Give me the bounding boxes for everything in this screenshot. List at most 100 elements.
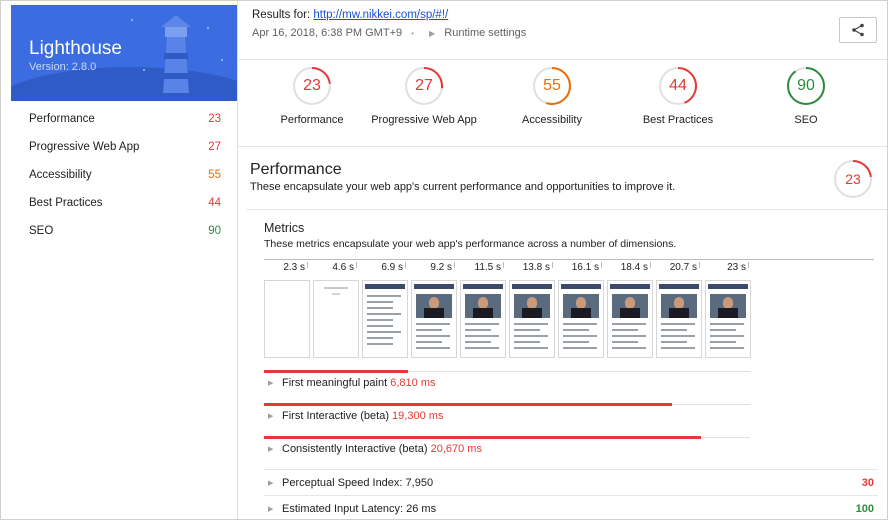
filmstrip-frame[interactable] <box>656 280 702 358</box>
metric-label: Consistently Interactive (beta) <box>282 443 428 455</box>
filmstrip-frame[interactable] <box>313 280 359 358</box>
metric-text: Consistently Interactive (beta) 20,670 m… <box>282 443 482 455</box>
text-line <box>661 329 687 331</box>
gauge-label: Accessibility <box>522 114 582 126</box>
filmstrip-frame[interactable] <box>607 280 653 358</box>
text-line <box>661 323 695 325</box>
timeline-tick: 2.3 s <box>264 262 308 273</box>
metric-value: 20,670 ms <box>430 443 482 455</box>
metric-row[interactable]: ▶ Consistently Interactive (beta) 20,670 … <box>264 436 750 461</box>
metric-row[interactable]: ▶ First meaningful paint 6,810 ms <box>264 370 750 395</box>
metric-timing-bar <box>264 370 408 373</box>
tick-mark <box>454 262 455 268</box>
scored-metric-row[interactable]: ▶ Estimated Input Latency: 26 ms 100 <box>264 495 878 519</box>
header-star <box>143 69 145 71</box>
loading-placeholder <box>324 287 348 289</box>
timeline-tick: 16.1 s <box>558 262 602 273</box>
sidebar-category-list: Performance 23 Progressive Web App 27 Access… <box>1 107 237 247</box>
tick-label: 9.2 s <box>430 262 452 273</box>
results-prefix: Results for: <box>252 9 314 21</box>
share-button[interactable] <box>839 17 877 43</box>
gauge-score: 90 <box>797 77 815 94</box>
report-meta: Apr 16, 2018, 6:38 PM GMT+9 • ▶ Runtime … <box>252 27 526 39</box>
tick-mark <box>748 262 749 268</box>
gauge-accessibility[interactable]: 55 Accessibility <box>492 66 612 126</box>
filmstrip-frame[interactable] <box>558 280 604 358</box>
expand-triangle-icon[interactable]: ▶ <box>268 505 273 513</box>
timeline-tick: 9.2 s <box>411 262 455 273</box>
photo-suit <box>571 308 591 318</box>
filmstrip-frame[interactable] <box>411 280 457 358</box>
gauge-progressive-web-app[interactable]: 27 Progressive Web App <box>364 66 484 126</box>
filmstrip-frame[interactable] <box>705 280 751 358</box>
metric-value: 6,810 ms <box>390 377 436 389</box>
article-photo <box>465 294 501 318</box>
text-line <box>563 323 597 325</box>
sidebar-item-performance[interactable]: Performance 23 <box>1 107 237 135</box>
gauge-performance[interactable]: 23 Performance <box>252 66 372 126</box>
sidebar-item-score: 23 <box>208 113 221 125</box>
section-title: Performance <box>250 161 342 178</box>
sidebar-item-progressive-web-app[interactable]: Progressive Web App 27 <box>1 135 237 163</box>
sidebar-item-best-practices[interactable]: Best Practices 44 <box>1 191 237 219</box>
gauge-seo[interactable]: 90 SEO <box>746 66 866 126</box>
gauge-label: Performance <box>280 114 344 126</box>
sidebar-item-accessibility[interactable]: Accessibility 55 <box>1 163 237 191</box>
text-line <box>416 341 442 343</box>
expand-triangle-icon[interactable]: ▶ <box>429 29 435 38</box>
filmstrip-frame[interactable] <box>362 280 408 358</box>
expand-triangle-icon[interactable]: ▶ <box>268 479 273 487</box>
sidebar-item-score: 44 <box>208 197 221 209</box>
filmstrip-frame[interactable] <box>264 280 310 358</box>
sidebar-item-label: Best Practices <box>29 197 103 209</box>
text-line <box>710 341 736 343</box>
timeline-tick: 13.8 s <box>509 262 553 273</box>
tick-mark <box>699 262 700 268</box>
text-line <box>514 341 540 343</box>
expand-triangle-icon[interactable]: ▶ <box>268 379 273 387</box>
page-header-strip <box>561 284 601 289</box>
text-line <box>367 325 393 327</box>
text-line <box>367 301 393 303</box>
expand-triangle-icon[interactable]: ▶ <box>268 412 273 420</box>
report-window: Lighthouse Version: 2.8.0 Performance 23 P… <box>0 0 888 520</box>
gauge-score: 44 <box>669 77 687 94</box>
timeline-tick: 20.7 s <box>656 262 700 273</box>
tick-mark <box>405 262 406 268</box>
text-line <box>612 341 638 343</box>
tick-label: 11.5 s <box>474 262 502 273</box>
text-line <box>465 323 499 325</box>
results-line: Results for: http://mw.nikkei.com/sp/#!/ <box>252 9 448 21</box>
tick-label: 4.6 s <box>332 262 354 273</box>
gauge-score: 27 <box>415 77 433 94</box>
filmstrip-frame[interactable] <box>460 280 506 358</box>
metric-row[interactable]: ▶ First Interactive (beta) 19,300 ms <box>264 403 750 428</box>
sidebar-item-label: Accessibility <box>29 169 92 181</box>
page-header-strip <box>512 284 552 289</box>
text-line <box>416 335 450 337</box>
text-line <box>612 335 646 337</box>
gauge-best-practices[interactable]: 44 Best Practices <box>618 66 738 126</box>
text-line <box>416 329 442 331</box>
app-title: Lighthouse <box>29 38 122 59</box>
tick-label: 18.4 s <box>620 262 648 273</box>
text-line <box>710 347 744 349</box>
timeline-tick: 6.9 s <box>362 262 406 273</box>
text-line <box>367 313 401 315</box>
scored-metric-row[interactable]: ▶ Perceptual Speed Index: 7,950 30 <box>264 469 878 496</box>
gauge-score: 55 <box>543 77 561 94</box>
article-photo <box>710 294 746 318</box>
runtime-settings-toggle[interactable]: Runtime settings <box>444 27 526 39</box>
expand-triangle-icon[interactable]: ▶ <box>268 445 273 453</box>
result-url-link[interactable]: http://mw.nikkei.com/sp/#!/ <box>313 9 448 21</box>
sidebar-item-label: Progressive Web App <box>29 141 140 153</box>
header-star <box>221 59 223 61</box>
metric-label: First Interactive (beta) <box>282 410 389 422</box>
filmstrip-frame[interactable] <box>509 280 555 358</box>
scored-metric-score: 30 <box>861 477 874 489</box>
sidebar-item-seo[interactable]: SEO 90 <box>1 219 237 247</box>
text-line <box>514 347 548 349</box>
sidebar-item-score: 27 <box>208 141 221 153</box>
text-line <box>416 323 450 325</box>
tick-label: 23 s <box>727 262 746 273</box>
